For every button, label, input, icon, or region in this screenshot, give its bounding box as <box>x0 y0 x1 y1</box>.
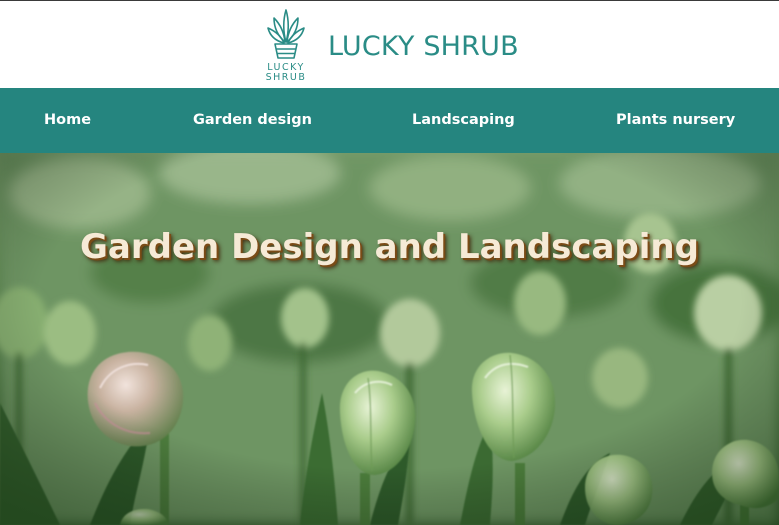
tulip-buds-field-image <box>0 153 779 525</box>
logo-text-line2: SHRUB <box>265 72 307 83</box>
hero-title: Garden Design and Landscaping <box>80 227 699 267</box>
nav-item-plants-nursery[interactable]: Plants nursery <box>616 88 735 153</box>
brand-name[interactable]: LUCKY SHRUB <box>328 31 519 62</box>
succulent-pot-icon <box>267 9 305 59</box>
nav-item-landscaping[interactable]: Landscaping <box>412 88 515 153</box>
nav-item-home[interactable]: Home <box>44 88 91 153</box>
site-header: LUCKY SHRUB LUCKY SHRUB <box>0 0 779 88</box>
site-logo[interactable]: LUCKY SHRUB <box>262 6 310 86</box>
hero-banner: Garden Design and Landscaping <box>0 153 779 525</box>
main-nav: Home Garden design Landscaping Plants nu… <box>0 88 779 153</box>
nav-item-garden-design[interactable]: Garden design <box>193 88 312 153</box>
